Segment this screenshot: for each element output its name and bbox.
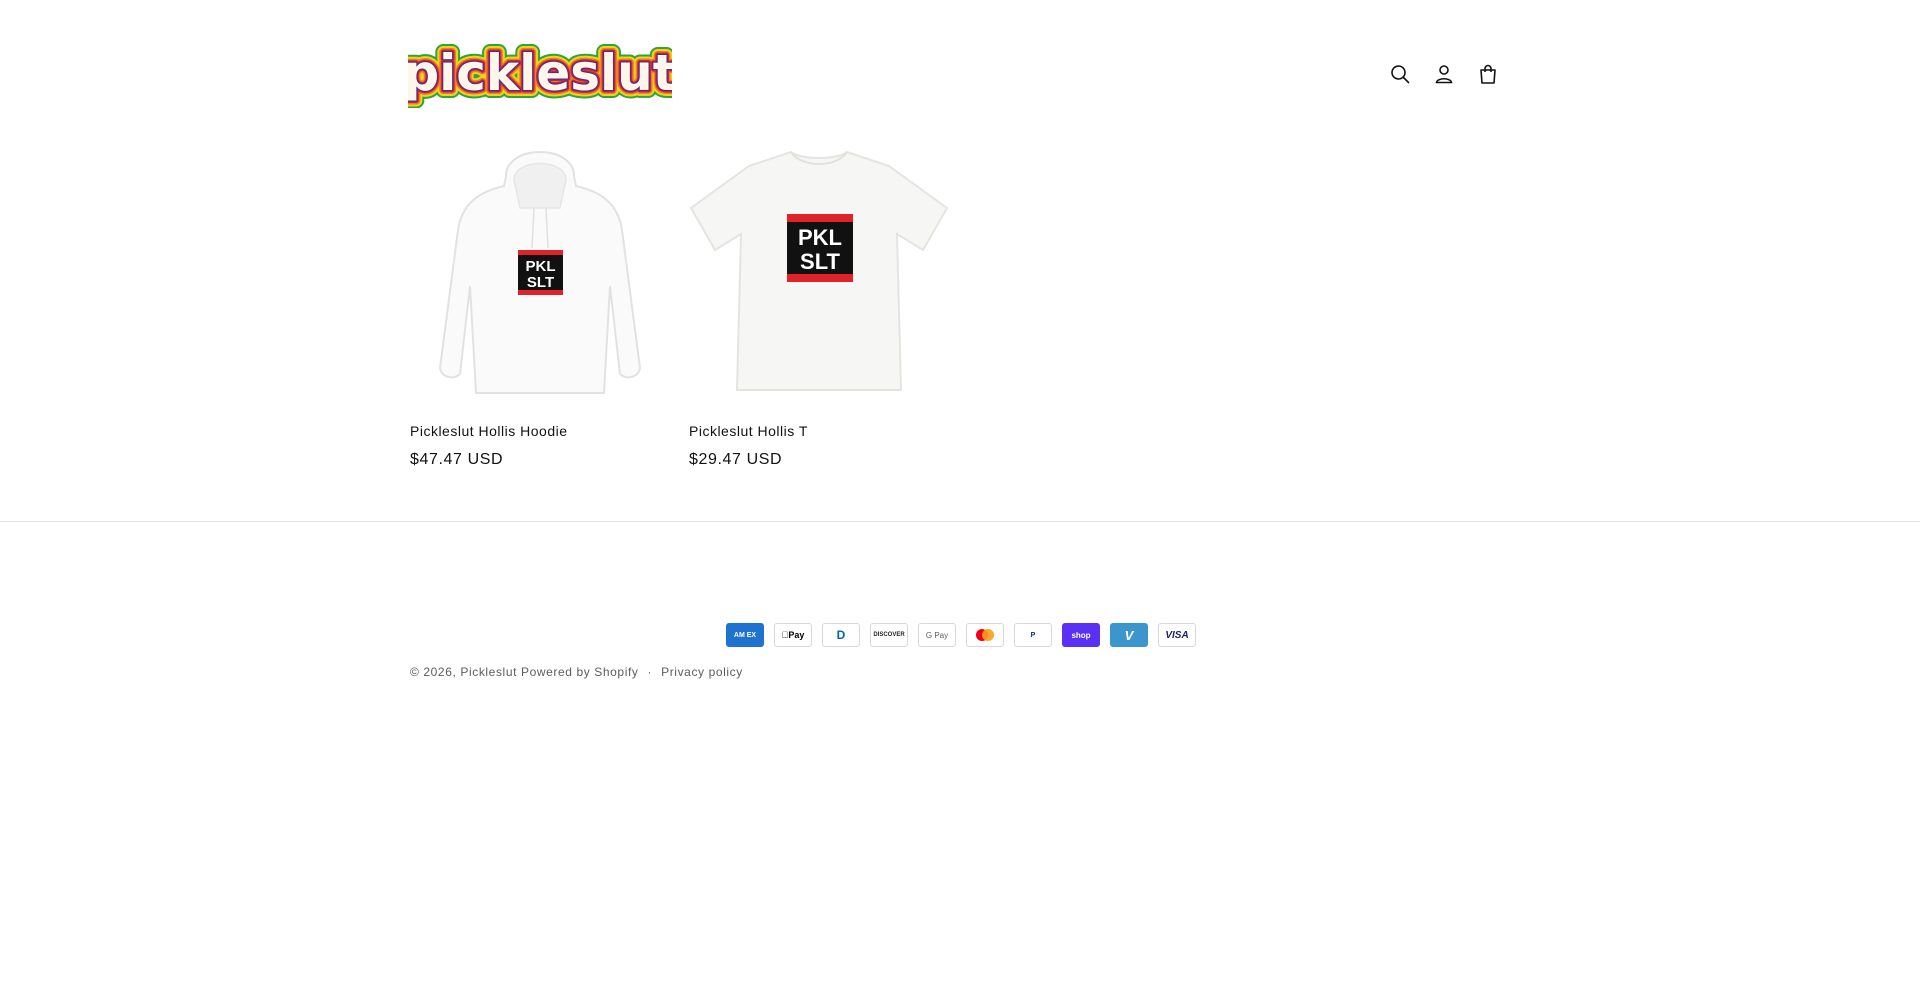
product-image-tshirt[interactable]: PKL SLT xyxy=(689,138,949,402)
print-text-line2: SLT xyxy=(527,274,554,291)
search-icon xyxy=(1391,65,1410,84)
product-image-hoodie[interactable]: PKL SLT xyxy=(410,138,670,402)
product-price: $29.47 USD xyxy=(689,451,783,468)
account-icon xyxy=(1435,65,1453,84)
shop-pay-icon: shop xyxy=(1062,623,1100,647)
print-text-line2: SLT xyxy=(800,249,840,274)
diners-club-icon: D xyxy=(822,623,860,647)
svg-text:pickleslut: pickleslut xyxy=(408,44,672,102)
product-grid: PKL SLT Pickleslut Hollis Hoodie $47.47 … xyxy=(410,138,949,470)
footer-divider xyxy=(0,521,1920,522)
hoodie-image: PKL SLT xyxy=(438,151,642,394)
search-button[interactable] xyxy=(1386,56,1414,92)
print-text-line1: PKL xyxy=(798,225,842,250)
product-title[interactable]: Pickleslut Hollis T xyxy=(689,422,949,440)
cart-button[interactable] xyxy=(1474,56,1502,92)
header-icons xyxy=(1386,56,1502,92)
discover-icon: DISCOVER xyxy=(870,623,908,647)
pickleslut-logo-wordmark: pickleslut pickleslut pickleslut pickles… xyxy=(395,36,684,110)
product-title[interactable]: Pickleslut Hollis Hoodie xyxy=(410,422,670,440)
store-logo[interactable]: pickleslut pickleslut pickleslut pickles… xyxy=(395,36,684,110)
copyright-prefix: © 2026, xyxy=(410,665,457,679)
tshirt-image: PKL SLT xyxy=(689,150,949,391)
visa-icon: VISA xyxy=(1158,623,1196,647)
amex-icon: AM EX xyxy=(726,623,764,647)
cart-icon xyxy=(1480,64,1496,84)
product-price: $47.47 USD xyxy=(410,451,504,468)
product-card[interactable]: PKL SLT Pickleslut Hollis Hoodie $47.47 … xyxy=(410,138,670,470)
mastercard-icon xyxy=(966,623,1004,647)
copyright: © 2026, Pickleslut Powered by Shopify · … xyxy=(410,665,743,679)
product-card[interactable]: PKL SLT Pickleslut Hollis T $29.47 USD xyxy=(689,138,949,470)
payment-icons: AM EX Pay D DISCOVER G Pay P shop V VIS… xyxy=(726,623,1196,647)
venmo-icon: V xyxy=(1110,623,1148,647)
site-header: pickleslut pickleslut pickleslut pickles… xyxy=(0,0,1920,140)
powered-by-shopify-link[interactable]: Powered by Shopify xyxy=(521,665,639,679)
google-pay-icon: G Pay xyxy=(918,623,956,647)
print-text-line1: PKL xyxy=(526,258,556,275)
store-name-link[interactable]: Pickleslut xyxy=(460,665,517,679)
privacy-policy-link[interactable]: Privacy policy xyxy=(661,665,743,679)
account-button[interactable] xyxy=(1430,56,1458,92)
apple-pay-icon: Pay xyxy=(774,623,812,647)
paypal-icon: P xyxy=(1014,623,1052,647)
footer-separator: · xyxy=(647,665,653,679)
